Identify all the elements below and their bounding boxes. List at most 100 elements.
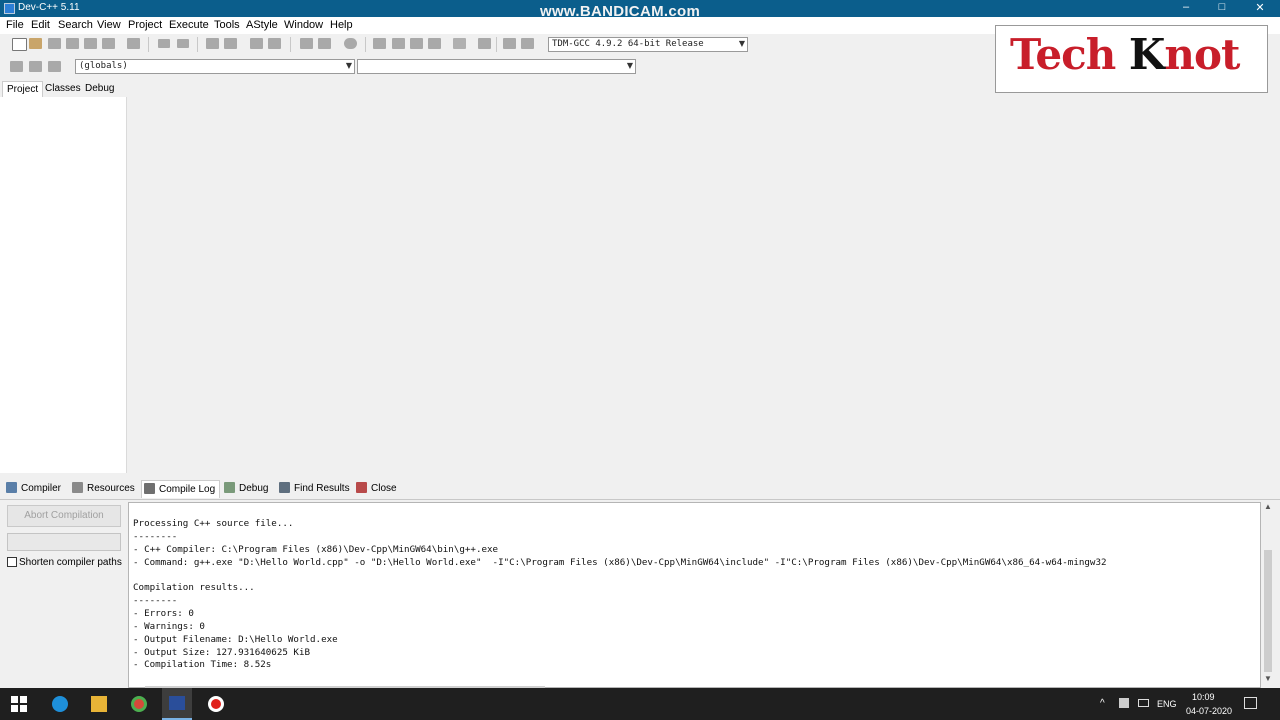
- scroll-up-icon[interactable]: ▲: [1264, 502, 1272, 511]
- log-line: - Output Filename: D:\Hello World.exe: [133, 634, 338, 645]
- menu-project[interactable]: Project: [128, 19, 162, 31]
- class-toolbar: (globals) ▼ ▼: [0, 57, 640, 77]
- display-icon[interactable]: [1138, 699, 1149, 707]
- log-line: Processing C++ source file...: [133, 518, 294, 529]
- back-icon[interactable]: [300, 38, 313, 49]
- main-toolbar: TDM-GCC 4.9.2 64-bit Release ▼: [0, 34, 760, 55]
- undo-icon[interactable]: [158, 39, 170, 48]
- tab-compile-log[interactable]: Compile Log: [141, 480, 221, 498]
- log-line: - Compilation Time: 8.52s: [133, 659, 272, 670]
- toolbar-separator: [197, 37, 198, 52]
- shorten-paths-checkbox[interactable]: [7, 557, 17, 567]
- chevron-down-icon: ▼: [345, 61, 352, 70]
- compile-icon[interactable]: [373, 38, 386, 49]
- menu-search[interactable]: Search: [58, 19, 93, 31]
- chevron-down-icon: ▼: [738, 39, 745, 48]
- tab-find-results[interactable]: Find Results: [279, 482, 350, 498]
- windows-taskbar: ^: [0, 688, 1280, 720]
- toggle-bookmark-icon[interactable]: [250, 38, 263, 49]
- bottom-tabs: Compiler Resources Compile Log Debug Fin…: [0, 480, 1280, 498]
- notifications-icon[interactable]: [1244, 697, 1257, 709]
- shorten-paths-label: Shorten compiler paths: [19, 557, 122, 568]
- new-project-icon[interactable]: [503, 38, 516, 49]
- devcpp-taskbar-button[interactable]: [162, 688, 192, 720]
- unindent-icon[interactable]: [224, 38, 237, 49]
- tech-knot-logo: Tech Knot: [995, 25, 1268, 93]
- close-file-icon[interactable]: [84, 38, 97, 49]
- edge-browser-icon[interactable]: [52, 696, 68, 712]
- menu-view[interactable]: View: [97, 19, 121, 31]
- toggle-uncomment-icon[interactable]: [48, 61, 61, 72]
- abort-compilation-button[interactable]: Abort Compilation: [7, 505, 121, 527]
- compiler-select[interactable]: TDM-GCC 4.9.2 64-bit Release ▼: [548, 37, 748, 52]
- toolbar-separator: [496, 37, 497, 52]
- chevron-down-icon: ▼: [626, 61, 633, 70]
- maximize-button[interactable]: □: [1212, 1, 1232, 13]
- print-icon[interactable]: [127, 38, 140, 49]
- close-window-button[interactable]: ✕: [1250, 1, 1270, 14]
- tab-close[interactable]: Close: [356, 482, 397, 498]
- log-vertical-scrollbar[interactable]: ▲ ▼: [1261, 502, 1276, 688]
- member-select[interactable]: ▼: [357, 59, 636, 74]
- project-options-icon[interactable]: [521, 38, 534, 49]
- windows-start-icon[interactable]: [11, 696, 27, 712]
- chrome-browser-icon[interactable]: [131, 696, 147, 712]
- compile-log-output[interactable]: Processing C++ source file... -------- -…: [128, 502, 1261, 688]
- scroll-down-icon[interactable]: ▼: [1264, 674, 1272, 683]
- tab-debug-left[interactable]: Debug: [81, 81, 118, 97]
- file-explorer-icon[interactable]: [91, 696, 107, 712]
- find-icon: [279, 482, 290, 493]
- rebuild-icon[interactable]: [428, 38, 441, 49]
- log-line: - Output Size: 127.931640625 KiB: [133, 647, 311, 658]
- scope-select-value: (globals): [79, 61, 128, 71]
- menu-astyle[interactable]: AStyle: [246, 19, 278, 31]
- compiler-grid-icon: [6, 482, 17, 493]
- run-icon[interactable]: [392, 38, 405, 49]
- compile-run-icon[interactable]: [410, 38, 423, 49]
- save-icon[interactable]: [48, 38, 61, 49]
- open-file-icon[interactable]: [29, 38, 42, 49]
- toolbar-separator: [148, 37, 149, 52]
- menu-help[interactable]: Help: [330, 19, 353, 31]
- clock-time[interactable]: 10:09: [1192, 692, 1215, 702]
- tab-classes[interactable]: Classes: [41, 81, 85, 97]
- network-icon[interactable]: [1119, 698, 1129, 708]
- syntax-check-icon[interactable]: [453, 38, 466, 49]
- window-title: Dev-C++ 5.11: [18, 2, 80, 13]
- tab-compiler[interactable]: Compiler: [6, 482, 61, 498]
- log-line: - Warnings: 0: [133, 621, 205, 632]
- menu-edit[interactable]: Edit: [31, 19, 50, 31]
- language-indicator[interactable]: ENG: [1157, 699, 1177, 709]
- close-all-icon[interactable]: [102, 38, 115, 49]
- clock-date[interactable]: 04-07-2020: [1186, 706, 1232, 716]
- toggle-comment-icon[interactable]: [29, 61, 42, 72]
- goto-bookmark-icon[interactable]: [268, 38, 281, 49]
- redo-icon[interactable]: [177, 39, 189, 48]
- bandicam-record-icon[interactable]: [208, 696, 224, 712]
- new-file-icon[interactable]: [12, 38, 27, 51]
- tab-project[interactable]: Project: [2, 81, 44, 97]
- log-line: --------: [133, 531, 178, 542]
- bar-chart-icon: [144, 483, 155, 494]
- minimize-button[interactable]: –: [1176, 1, 1196, 13]
- indent-icon[interactable]: [206, 38, 219, 49]
- devcpp-app-icon: [169, 696, 185, 710]
- log-line: - Command: g++.exe "D:\Hello World.cpp" …: [133, 557, 1107, 568]
- menu-window[interactable]: Window: [284, 19, 323, 31]
- menu-file[interactable]: File: [6, 19, 24, 31]
- insert-icon[interactable]: [10, 61, 23, 72]
- stop-icon[interactable]: [478, 38, 491, 49]
- show-hidden-icons-icon[interactable]: ^: [1100, 698, 1105, 709]
- tab-resources[interactable]: Resources: [72, 482, 135, 498]
- goto-line-icon[interactable]: [344, 38, 357, 49]
- tab-debug-bottom[interactable]: Debug: [224, 482, 268, 498]
- project-browser: [0, 97, 127, 473]
- menu-execute[interactable]: Execute: [169, 19, 209, 31]
- menu-tools[interactable]: Tools: [214, 19, 240, 31]
- save-all-icon[interactable]: [66, 38, 79, 49]
- compile-progress-bar: [7, 533, 121, 551]
- toolbar-separator: [365, 37, 366, 52]
- forward-icon[interactable]: [318, 38, 331, 49]
- scope-select[interactable]: (globals) ▼: [75, 59, 355, 74]
- scroll-thumb[interactable]: [1264, 550, 1272, 672]
